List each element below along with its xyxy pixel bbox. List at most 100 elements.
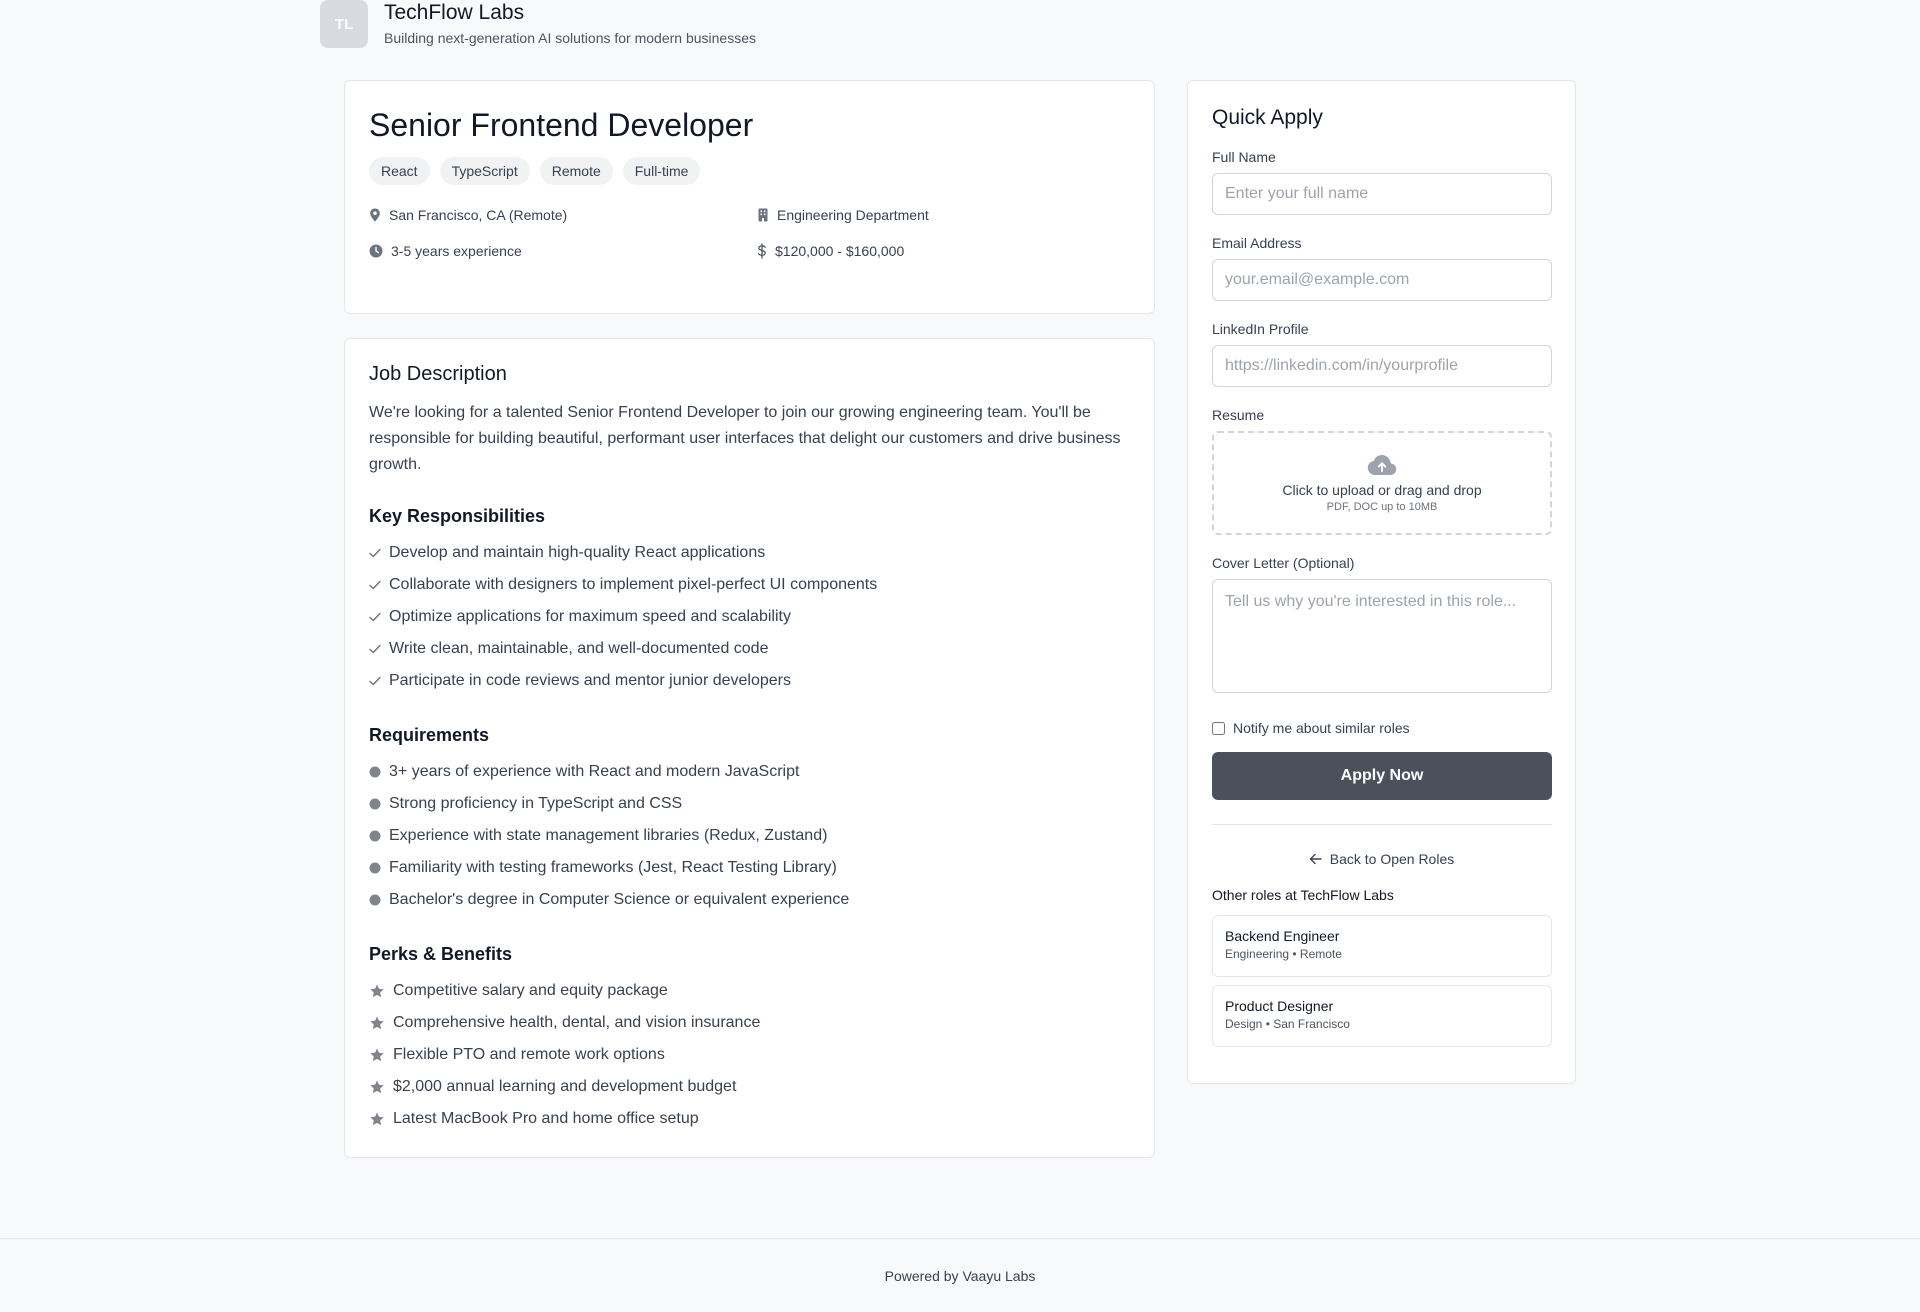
section-title-requirements: Requirements <box>369 725 490 745</box>
job-location-text: San Francisco, CA (Remote) <box>389 207 568 223</box>
check-icon <box>369 580 381 590</box>
upload-file-types: PDF, DOC up to 10MB <box>1326 500 1438 513</box>
job-meta: San Francisco, CA (Remote) Engineering D… <box>369 207 1130 259</box>
check-icon <box>369 548 381 558</box>
list-item-text: Competitive salary and equity package <box>393 982 668 999</box>
job-tag: React <box>369 157 430 185</box>
list-item: Competitive salary and equity package <box>369 975 1130 1007</box>
company-header: TL TechFlow Labs Building next-generatio… <box>320 0 756 50</box>
list-item-text: Optimize applications for maximum speed … <box>389 608 791 625</box>
notify-checkbox[interactable] <box>1212 721 1225 735</box>
list-item: 3+ years of experience with React and mo… <box>369 756 1130 788</box>
resume-label: Resume <box>1212 407 1265 423</box>
list-item: Develop and maintain high-quality React … <box>369 537 1130 569</box>
list-item: Comprehensive health, dental, and vision… <box>369 1007 1130 1039</box>
star-icon <box>369 1079 385 1095</box>
role-meta: Design • San Francisco <box>1225 1017 1350 1031</box>
job-salary-text: $120,000 - $160,000 <box>775 243 905 259</box>
list-item: Strong proficiency in TypeScript and CSS <box>369 788 1130 820</box>
company-name: TechFlow Labs <box>384 1 525 24</box>
responsibilities-list: Develop and maintain high-quality React … <box>369 537 1130 697</box>
list-item-text: 3+ years of experience with React and mo… <box>389 763 800 780</box>
job-department: Engineering Department <box>757 207 1145 223</box>
back-to-open-roles-link[interactable]: Back to Open Roles <box>1212 851 1551 867</box>
list-item-text: Flexible PTO and remote work options <box>393 1046 665 1063</box>
resume-upload-dropzone[interactable]: Click to upload or drag and drop PDF, DO… <box>1212 431 1552 535</box>
job-header-card: Senior Frontend Developer React TypeScri… <box>344 80 1155 314</box>
list-item-text: Strong proficiency in TypeScript and CSS <box>389 795 683 812</box>
job-tag: TypeScript <box>439 157 530 185</box>
dot-icon <box>369 798 381 810</box>
list-item: Familiarity with testing frameworks (Jes… <box>369 852 1130 884</box>
quick-apply-title: Quick Apply <box>1212 106 1323 129</box>
job-tag: Remote <box>539 157 613 185</box>
cover-letter-label: Cover Letter (Optional) <box>1212 555 1355 571</box>
upload-instructions: Click to upload or drag and drop <box>1282 481 1482 498</box>
list-item: $2,000 annual learning and development b… <box>369 1071 1130 1103</box>
role-card-backend-engineer[interactable]: Backend Engineer Engineering • Remote <box>1212 915 1552 977</box>
star-icon <box>369 1111 385 1127</box>
full-name-input[interactable] <box>1212 173 1552 215</box>
linkedin-label: LinkedIn Profile <box>1212 321 1309 337</box>
divider <box>1212 824 1552 825</box>
building-icon <box>758 208 768 222</box>
map-pin-icon <box>370 208 380 222</box>
list-item: Participate in code reviews and mentor j… <box>369 665 1130 697</box>
company-tagline: Building next-generation AI solutions fo… <box>384 30 756 46</box>
notify-row: Notify me about similar roles <box>1212 720 1551 736</box>
requirements-list: 3+ years of experience with React and mo… <box>369 756 1130 916</box>
job-description-text: We're looking for a talented Senior Fron… <box>369 404 1121 473</box>
email-input[interactable] <box>1212 259 1552 301</box>
list-item: Optimize applications for maximum speed … <box>369 601 1130 633</box>
check-icon <box>369 676 381 686</box>
role-name: Backend Engineer <box>1225 928 1340 944</box>
list-item: Flexible PTO and remote work options <box>369 1039 1130 1071</box>
check-icon <box>369 612 381 622</box>
list-item-text: $2,000 annual learning and development b… <box>393 1078 737 1095</box>
company-info: TechFlow Labs Building next-generation A… <box>384 0 756 46</box>
role-meta: Engineering • Remote <box>1225 947 1342 961</box>
full-name-label: Full Name <box>1212 149 1276 165</box>
quick-apply-card: Quick Apply Full Name Email Address Link… <box>1187 80 1576 1084</box>
job-experience-text: 3-5 years experience <box>391 243 522 259</box>
apply-now-button[interactable]: Apply Now <box>1212 752 1552 800</box>
role-card-product-designer[interactable]: Product Designer Design • San Francisco <box>1212 985 1552 1047</box>
list-item: Experience with state management librari… <box>369 820 1130 852</box>
list-item: Bachelor's degree in Computer Science or… <box>369 884 1130 916</box>
star-icon <box>369 1015 385 1031</box>
list-item-text: Latest MacBook Pro and home office setup <box>393 1110 699 1127</box>
list-item-text: Participate in code reviews and mentor j… <box>389 672 791 689</box>
dot-icon <box>369 862 381 874</box>
notify-label: Notify me about similar roles <box>1233 720 1410 736</box>
dollar-icon <box>757 243 766 259</box>
job-tag: Full-time <box>622 157 701 185</box>
section-title-responsibilities: Key Responsibilities <box>369 506 546 526</box>
check-icon <box>369 644 381 654</box>
arrow-left-icon <box>1309 853 1322 865</box>
job-tags: React TypeScript Remote Full-time <box>369 157 1130 185</box>
list-item: Latest MacBook Pro and home office setup <box>369 1103 1130 1135</box>
job-description-card: Job Description We're looking for a tale… <box>344 338 1155 1158</box>
section-title-description: Job Description <box>369 363 507 385</box>
job-title: Senior Frontend Developer <box>369 107 754 143</box>
company-logo: TL <box>320 0 368 48</box>
other-roles-title: Other roles at TechFlow Labs <box>1212 887 1394 903</box>
star-icon <box>369 983 385 999</box>
footer-text: Powered by Vaayu Labs <box>884 1267 1036 1284</box>
job-location: San Francisco, CA (Remote) <box>369 207 757 223</box>
cover-letter-textarea[interactable] <box>1212 579 1552 693</box>
star-icon <box>369 1047 385 1063</box>
list-item-text: Comprehensive health, dental, and vision… <box>393 1014 761 1031</box>
job-department-text: Engineering Department <box>777 207 929 223</box>
list-item: Collaborate with designers to implement … <box>369 569 1130 601</box>
list-item-text: Experience with state management librari… <box>389 827 828 844</box>
list-item-text: Develop and maintain high-quality React … <box>389 544 766 561</box>
dot-icon <box>369 894 381 906</box>
footer: Powered by Vaayu Labs <box>0 1238 1920 1312</box>
list-item-text: Collaborate with designers to implement … <box>389 576 878 593</box>
list-item-text: Write clean, maintainable, and well-docu… <box>389 640 769 657</box>
perks-list: Competitive salary and equity package Co… <box>369 975 1130 1135</box>
section-title-perks: Perks & Benefits <box>369 944 513 964</box>
linkedin-input[interactable] <box>1212 345 1552 387</box>
list-item-text: Familiarity with testing frameworks (Jes… <box>389 859 837 876</box>
